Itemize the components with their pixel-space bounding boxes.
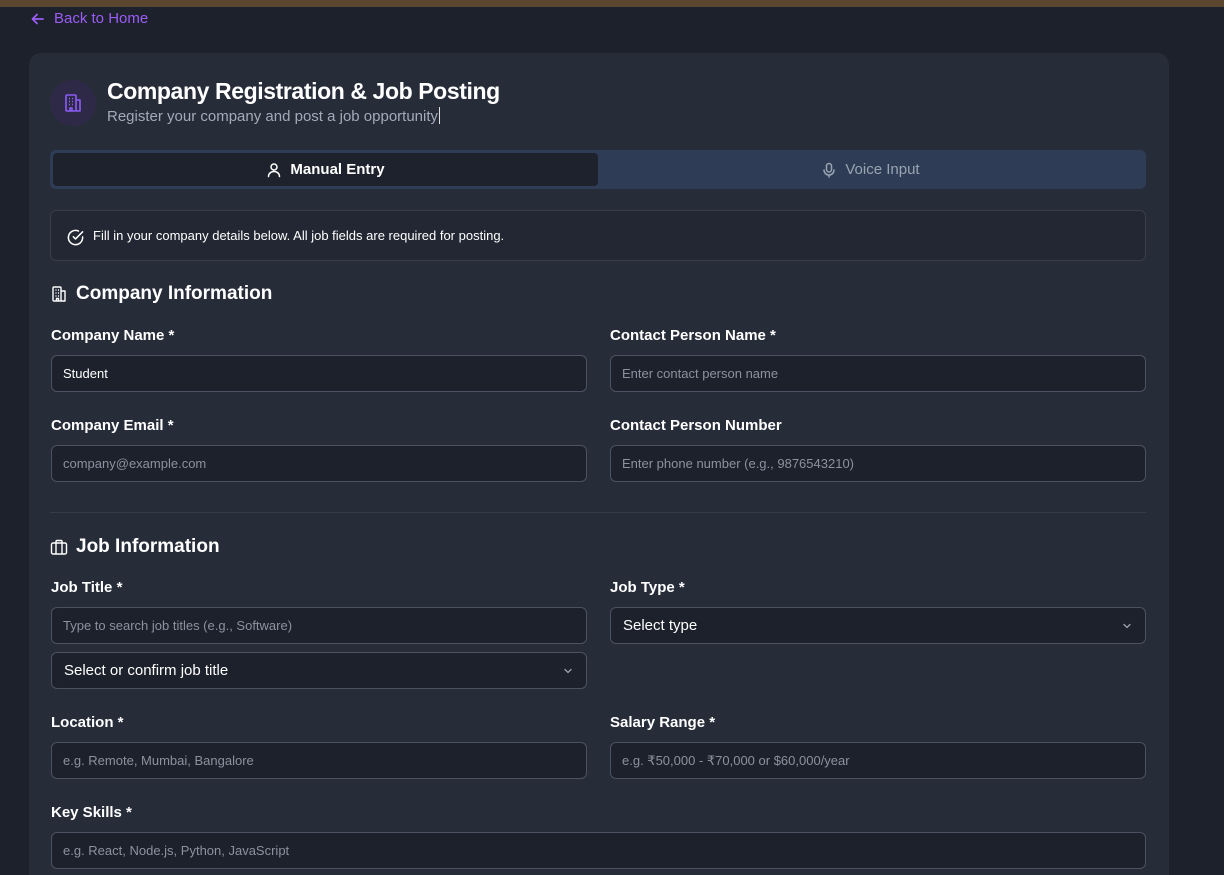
company-name-label: Company Name * [51, 327, 175, 344]
notice-text: Fill in your company details below. All … [93, 228, 505, 243]
job-title-label: Job Title * [51, 579, 123, 596]
contact-person-name-input[interactable] [610, 355, 1146, 392]
job-type-label: Job Type * [610, 579, 685, 596]
contact-person-number-label: Contact Person Number [610, 417, 782, 434]
location-label: Location * [51, 714, 124, 731]
briefcase-icon [50, 539, 68, 555]
arrow-left-icon [31, 13, 44, 24]
entry-mode-tabs: Manual Entry Voice Input [50, 150, 1146, 189]
chevron-down-icon [564, 668, 572, 673]
tab-manual-entry-label: Manual Entry [290, 161, 385, 178]
page-subtitle-wrap: Register your company and post a job opp… [107, 107, 500, 125]
job-section-label: Job Information [76, 536, 220, 557]
building-badge [50, 80, 96, 126]
building-icon [52, 286, 66, 302]
salary-range-input[interactable] [610, 742, 1146, 779]
company-email-input[interactable] [51, 445, 587, 482]
salary-range-label: Salary Range * [610, 714, 716, 731]
back-to-home-link[interactable]: Back to Home [30, 10, 148, 27]
tab-voice-input[interactable]: Voice Input [598, 153, 1143, 186]
location-input[interactable] [51, 742, 587, 779]
info-notice: Fill in your company details below. All … [50, 210, 1146, 261]
page-title: Company Registration & Job Posting [107, 78, 500, 104]
top-accent-bar [0, 0, 1224, 7]
microphone-icon [823, 162, 836, 178]
card-header: Company Registration & Job Posting Regis… [50, 77, 500, 126]
page-subtitle: Register your company and post a job opp… [107, 108, 439, 125]
user-icon [268, 162, 281, 177]
check-circle-icon [67, 229, 84, 245]
company-section-label: Company Information [76, 283, 273, 304]
tab-manual-entry[interactable]: Manual Entry [53, 153, 598, 186]
tab-voice-input-label: Voice Input [845, 161, 920, 178]
job-title-select[interactable]: Select or confirm job title [51, 652, 587, 689]
key-skills-input[interactable] [51, 832, 1146, 869]
job-title-select-value: Select or confirm job title [64, 662, 229, 679]
company-email-label: Company Email * [51, 417, 174, 434]
job-type-select[interactable]: Select type [610, 607, 1146, 644]
back-link-label: Back to Home [54, 10, 149, 27]
section-divider [50, 512, 1146, 513]
chevron-down-icon [1123, 623, 1131, 628]
key-skills-label: Key Skills * [51, 804, 132, 821]
building-icon [65, 94, 81, 112]
company-name-input[interactable] [51, 355, 587, 392]
contact-person-name-label: Contact Person Name * [610, 327, 776, 344]
registration-card: Company Registration & Job Posting Regis… [29, 53, 1169, 875]
job-type-select-value: Select type [623, 617, 698, 634]
text-caret [439, 107, 441, 124]
job-title-search-input[interactable] [51, 607, 587, 644]
contact-person-number-input[interactable] [610, 445, 1146, 482]
job-section-title: Job Information [50, 536, 220, 558]
company-section-title: Company Information [50, 283, 272, 305]
